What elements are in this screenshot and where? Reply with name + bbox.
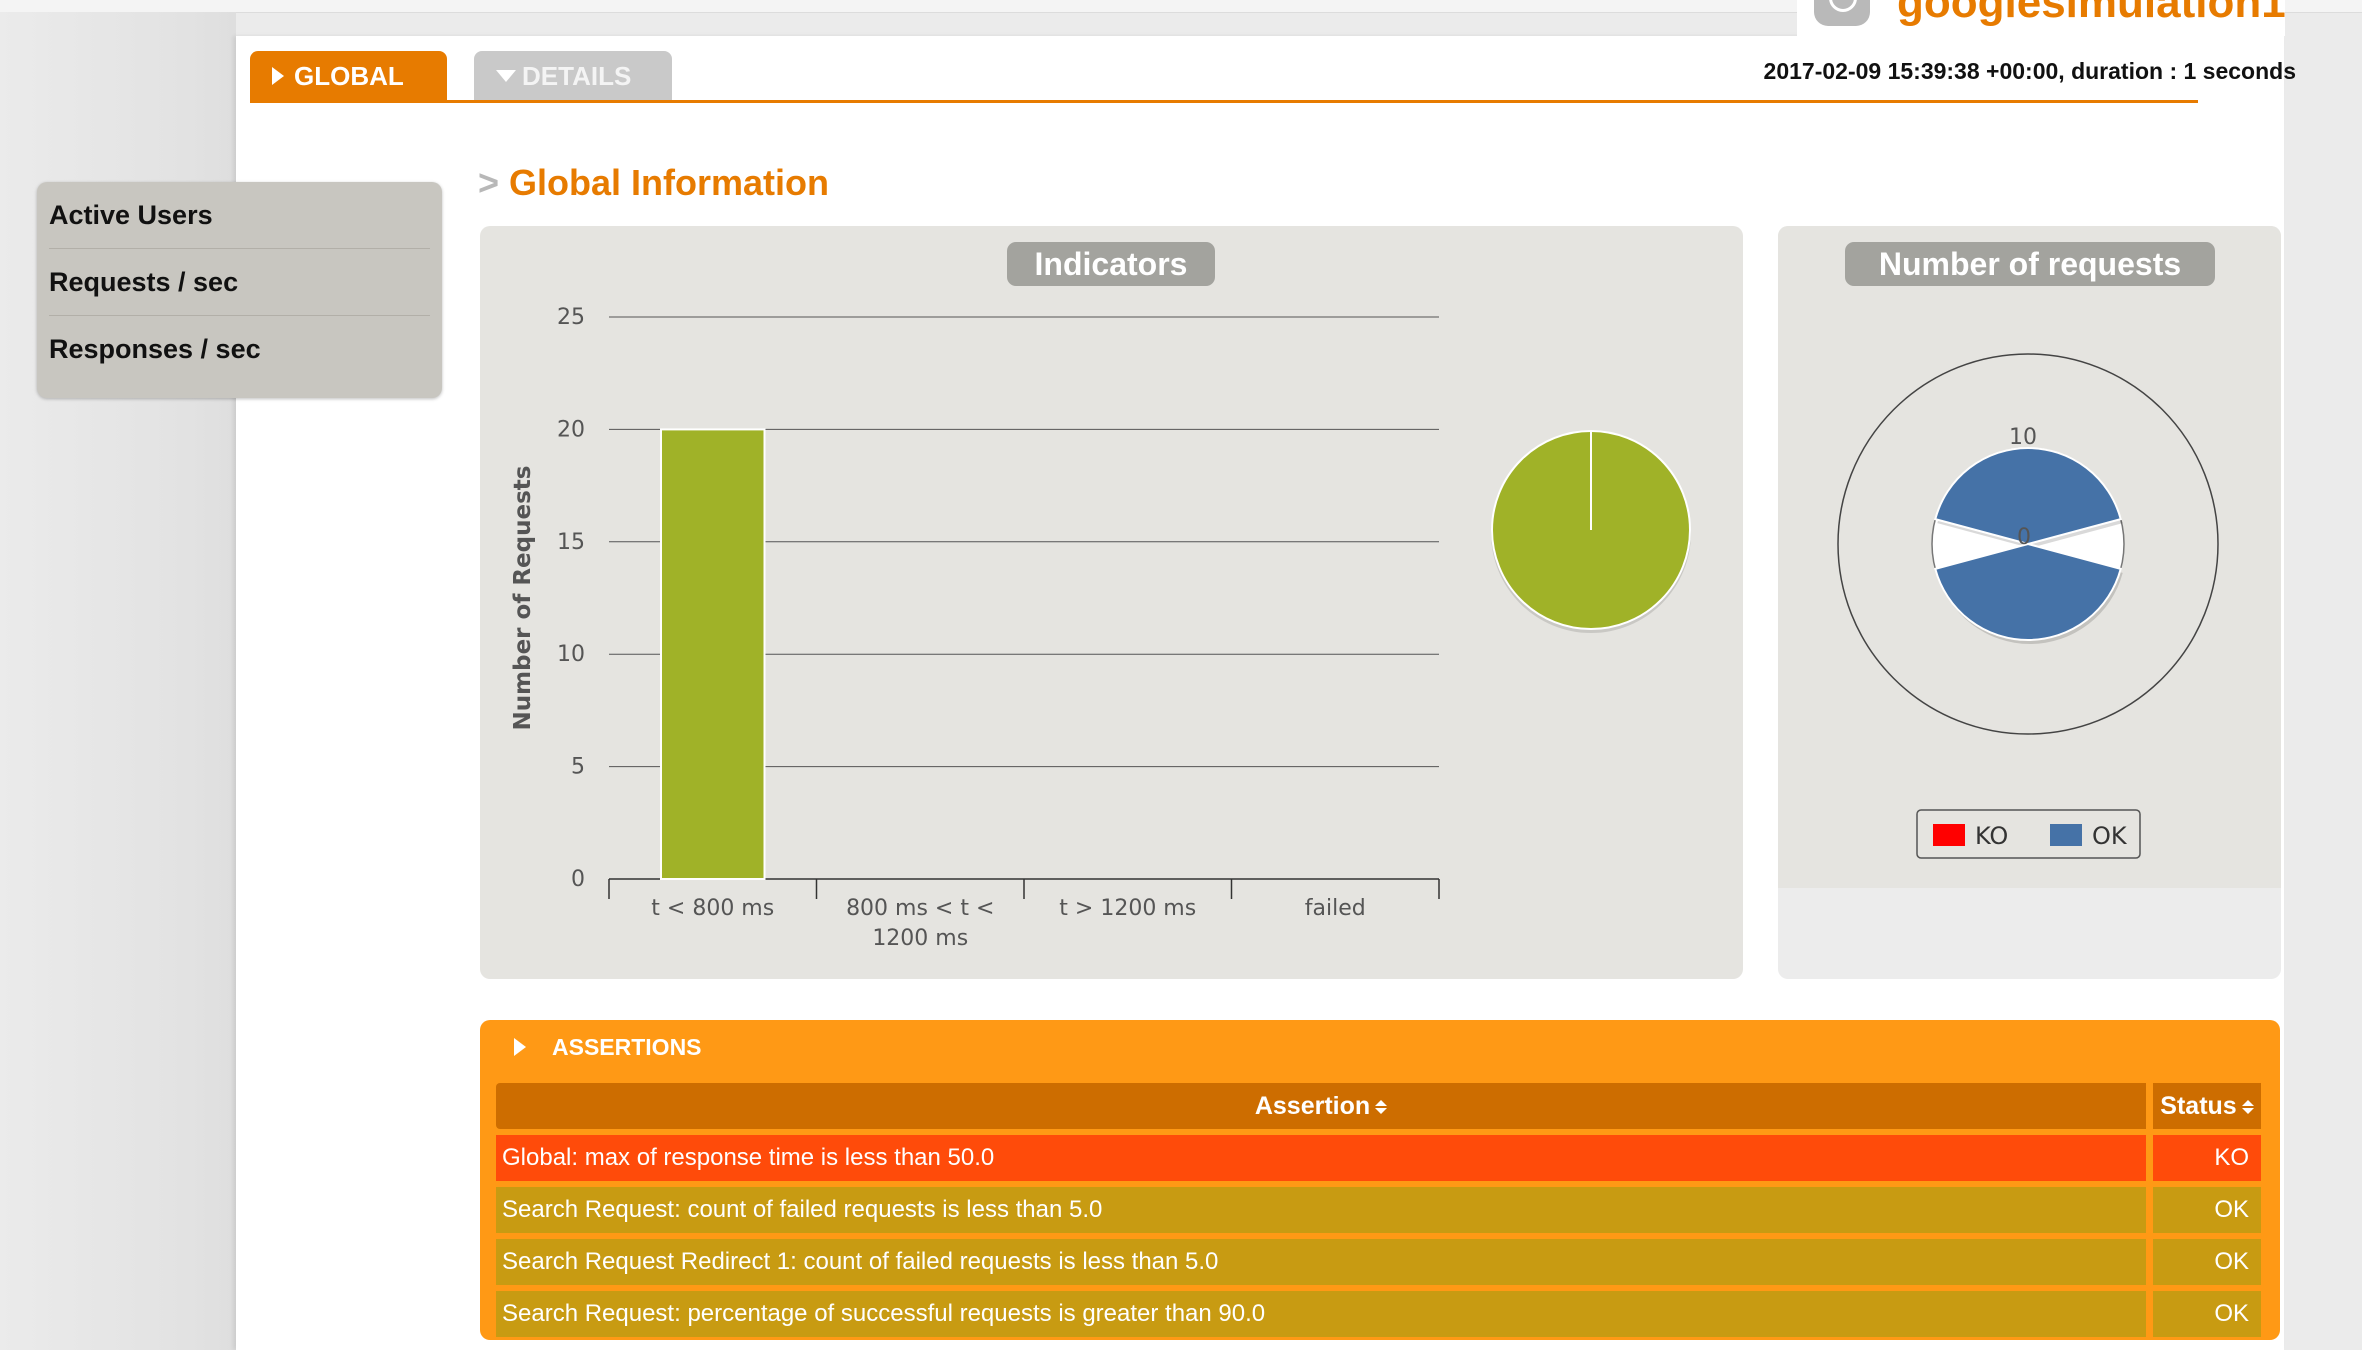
assertion-status: OK	[2146, 1291, 2261, 1337]
column-header-assertion-label: Assertion	[1254, 1091, 1371, 1120]
y-tick-label: 15	[557, 530, 585, 555]
x-tick-label: t < 800 ms	[651, 896, 774, 921]
indicators-chart: 0 5 10 15 20 25 t < 800 ms 800 ms < t < 1200 ms t…	[510, 305, 1691, 951]
y-tick-label: 10	[557, 642, 585, 667]
requests-panel: Number of requests 10 0 KO OK	[1778, 226, 2281, 979]
legend-label: KO	[1975, 822, 2008, 850]
polar-center-label: 0	[2017, 525, 2031, 550]
table-row: Search Request Redirect 1: count of fail…	[496, 1239, 2261, 1285]
assertions-toggle[interactable]: ASSERTIONS	[514, 1030, 702, 1064]
brand-header: googlesimulation1	[1797, 0, 2285, 36]
sidebar-item-responses-per-sec[interactable]: Responses / sec	[49, 316, 430, 382]
polar-tick-label: 10	[2009, 425, 2037, 450]
assertions-title: ASSERTIONS	[552, 1033, 702, 1060]
run-info: 2017-02-09 15:39:38 +00:00, duration : 1…	[1763, 58, 2296, 84]
column-header-status[interactable]: Status	[2146, 1083, 2261, 1129]
assertion-status: OK	[2146, 1187, 2261, 1233]
tab-global-label: GLOBAL	[294, 60, 404, 91]
x-tick-label: 1200 ms	[872, 926, 968, 951]
simulation-name: googlesimulation1	[1897, 0, 2285, 27]
assertion-text: Global: max of response time is less tha…	[496, 1135, 2146, 1181]
sort-icon	[1375, 1099, 1388, 1114]
logo-icon	[1814, 0, 1870, 26]
sidebar-item-active-users[interactable]: Active Users	[49, 182, 430, 249]
table-row: Search Request: percentage of successful…	[496, 1291, 2261, 1337]
bar	[660, 428, 766, 880]
sort-icon	[2241, 1099, 2254, 1114]
y-axis-label: Number of Requests	[510, 466, 536, 731]
column-header-assertion[interactable]: Assertion	[496, 1083, 2146, 1129]
indicators-panel: Indicators 0 5 10 15 20 25 t < 800 ms 800 ms < …	[480, 226, 1743, 979]
table-row: Search Request: count of failed requests…	[496, 1187, 2261, 1233]
assertions-table: Assertion Status Global: max of response…	[496, 1077, 2261, 1343]
legend-swatch	[2050, 824, 2082, 846]
triangle-right-icon	[514, 1038, 526, 1056]
page-title: > Global Information	[478, 162, 829, 204]
x-tick-label: failed	[1305, 896, 1366, 921]
assertion-status: KO	[2146, 1135, 2261, 1181]
triangle-down-icon	[496, 70, 516, 82]
title-prefix: >	[478, 162, 500, 203]
x-tick-label: 800 ms < t <	[846, 896, 994, 921]
requests-chart: 10 0 KO OK	[1837, 353, 2219, 859]
tab-underline	[250, 100, 2198, 103]
tab-global[interactable]: GLOBAL	[250, 51, 447, 101]
tab-details-label: DETAILS	[522, 60, 632, 91]
legend-swatch	[1933, 824, 1965, 846]
assertion-text: Search Request: percentage of successful…	[496, 1291, 2146, 1337]
y-tick-label: 0	[571, 867, 585, 892]
y-tick-label: 5	[571, 755, 585, 780]
side-menu: Active Users Requests / sec Responses / …	[37, 182, 442, 398]
table-row: Global: max of response time is less tha…	[496, 1135, 2261, 1181]
assertion-text: Search Request: count of failed requests…	[496, 1187, 2146, 1233]
legend-label: OK	[2092, 822, 2128, 850]
y-tick-label: 20	[557, 417, 585, 442]
column-header-status-label: Status	[2160, 1091, 2237, 1120]
y-tick-label: 25	[557, 305, 585, 330]
assertions-panel: ASSERTIONS Assertion Status Global: max …	[480, 1020, 2280, 1340]
assertion-text: Search Request Redirect 1: count of fail…	[496, 1239, 2146, 1285]
x-tick-label: t > 1200 ms	[1059, 896, 1196, 921]
assertion-status: OK	[2146, 1239, 2261, 1285]
page-title-text: Global Information	[509, 162, 830, 203]
triangle-right-icon	[272, 67, 284, 85]
sidebar-item-requests-per-sec[interactable]: Requests / sec	[49, 249, 430, 316]
tab-details[interactable]: DETAILS	[474, 51, 672, 101]
